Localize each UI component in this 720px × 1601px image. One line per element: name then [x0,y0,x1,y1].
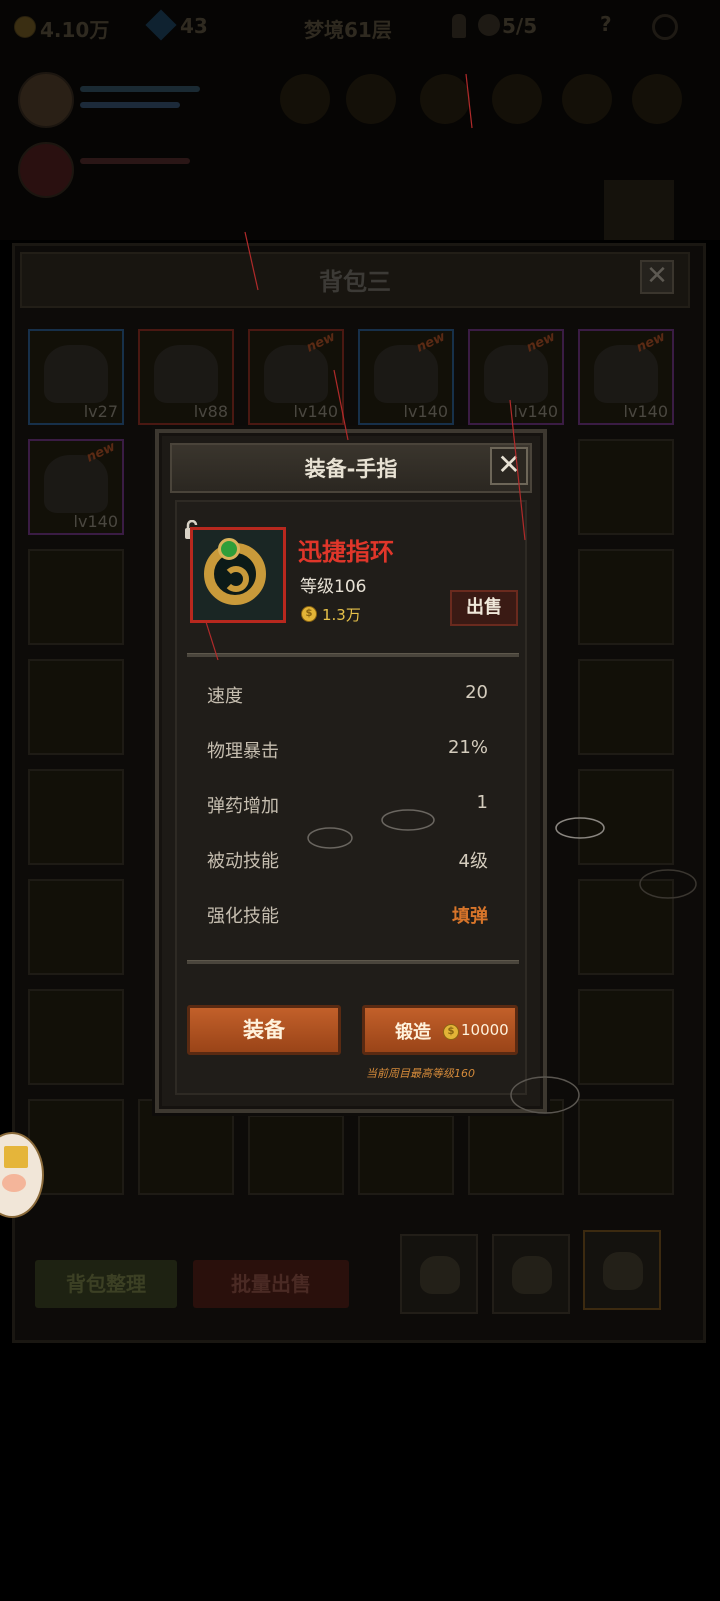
rain-effect [205,73,697,1114]
